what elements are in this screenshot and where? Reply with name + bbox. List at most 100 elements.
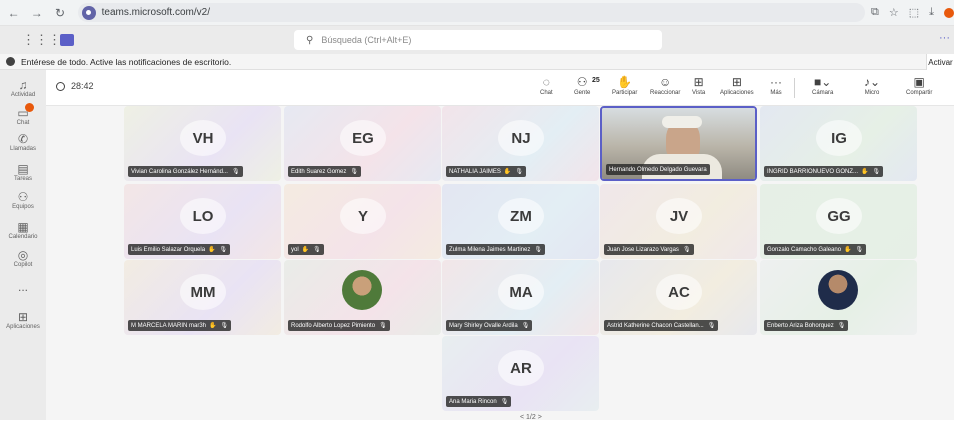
chat-icon: ◌	[542, 75, 550, 89]
participant-name: NATHALIA JAIMES ✋ 🎙	[446, 166, 527, 177]
share-icon: ▣	[913, 75, 925, 89]
participant-name-text: Enberto Ariza Bohorquez	[767, 322, 834, 329]
participant-name-text: Hernando Olmedo Delgado Guevara	[609, 166, 707, 173]
more-button[interactable]: ··· Más	[770, 74, 782, 96]
app-launcher-icon[interactable]: ⋮⋮⋮	[22, 32, 61, 48]
camera-button[interactable]: ■⌄ Cámara	[812, 74, 833, 96]
mic-button[interactable]: ♪⌄ Micro	[864, 74, 880, 96]
participant-tile[interactable]: Hernando Olmedo Delgado Guevara	[600, 106, 757, 181]
participant-tile[interactable]: MA Mary Shirley Ovalle Ardila 🎙	[442, 260, 599, 335]
mic-muted-icon: 🎙	[515, 169, 524, 175]
rail-item-copilot[interactable]: ◎ Copilot	[0, 248, 46, 268]
rail-item-teams[interactable]: ⚇ Equipos	[0, 190, 46, 210]
participant-tile[interactable]: EG Edith Suarez Gomez 🎙	[284, 106, 441, 181]
rail-item-tasks[interactable]: ▤ Tareas	[0, 162, 46, 182]
rail-item-activity[interactable]: ♫ Actividad	[0, 78, 46, 98]
avatar-initials: GG	[816, 198, 862, 234]
mic-muted-icon: 🎙	[521, 323, 530, 329]
participant-tile[interactable]: VH Vivian Carolina González Hernánd... 🎙	[124, 106, 281, 181]
avatar-initials: VH	[180, 120, 226, 156]
extensions-icon[interactable]: ⬚	[909, 6, 919, 19]
mic-off-icon: ♪⌄	[864, 75, 881, 89]
download-icon[interactable]: ⤓	[929, 6, 934, 19]
profile-icon[interactable]	[944, 7, 954, 18]
notification-banner: Entérese de todo. Active las notificacio…	[0, 54, 954, 70]
participant-name: Gonzalo Camacho Galeano ✋ 🎙	[764, 244, 867, 255]
mic-muted-icon: 🎙	[379, 323, 387, 329]
info-icon	[6, 57, 15, 66]
view-button[interactable]: ⊞ Vista	[692, 74, 705, 96]
more-icon[interactable]: ···	[939, 32, 950, 44]
cast-icon[interactable]: ⧉	[871, 6, 879, 19]
toolbar-divider	[794, 78, 795, 98]
avatar-initials: JV	[656, 198, 702, 234]
avatar-initials: LO	[180, 198, 226, 234]
raise-hand-button[interactable]: ✋ Participar	[612, 74, 637, 96]
banner-text: Entérese de todo. Active las notificacio…	[21, 56, 232, 67]
rail-item-calls[interactable]: ✆ Llamadas	[0, 132, 46, 152]
people-button[interactable]: ⚇ Gente	[574, 74, 590, 96]
activate-button[interactable]: Activar	[926, 54, 954, 70]
participant-name-text: Vivian Carolina González Hernánd...	[131, 168, 228, 175]
meeting-timer: 28:42	[56, 81, 94, 91]
teams-logo-icon	[60, 34, 74, 46]
rail-label: Actividad	[10, 92, 36, 98]
react-label: Reaccionar	[650, 90, 681, 96]
participant-name-text: Ana Maria Rincon	[449, 398, 497, 405]
rail-item-chat[interactable]: ▭ Chat	[0, 103, 46, 126]
participant-tile[interactable]: LO Luis Emilio Salazar Orquela ✋ 🎙	[124, 184, 281, 259]
participant-name-text: Gonzalo Camacho Galeano	[767, 246, 842, 253]
avatar-initials: MA	[498, 274, 544, 310]
camera-label: Cámara	[812, 90, 834, 96]
raised-hand-icon: ✋	[861, 169, 869, 175]
participant-tile[interactable]: Yyol ✋ 🎙	[284, 184, 441, 259]
avatar-initials: MM	[180, 274, 226, 310]
apps-button[interactable]: ⊞ Aplicaciones	[720, 74, 754, 96]
forward-icon[interactable]: →	[27, 3, 46, 23]
rail-item-apps[interactable]: ⊞ Aplicaciones	[0, 310, 46, 330]
share-button[interactable]: ▣ Compartir	[906, 74, 932, 96]
participant-tile[interactable]: ZM Zulma Milena Jaimes Martinez 🎙	[442, 184, 599, 259]
shield-icon	[56, 81, 65, 91]
participant-tile[interactable]: JV Juan Jose Lizarazo Vargas 🎙	[600, 184, 757, 259]
participant-name: Vivian Carolina González Hernánd... 🎙	[128, 166, 243, 177]
view-label: Vista	[692, 90, 706, 96]
emoji-icon: ☺	[659, 75, 672, 89]
camera-off-icon: ■⌄	[814, 75, 832, 89]
react-button[interactable]: ☺ Reaccionar	[650, 74, 680, 96]
apps-label: Aplicaciones	[720, 90, 754, 96]
reload-icon[interactable]: ↻	[50, 3, 69, 23]
rail-label: Llamadas	[9, 146, 36, 152]
rail-item-more[interactable]: ...	[0, 280, 46, 294]
avatar	[818, 270, 858, 310]
participant-tile[interactable]: IG INGRID BARRIONUEVO GONZ... ✋ 🎙	[760, 106, 917, 181]
star-icon[interactable]: ☆	[889, 6, 899, 19]
phone-icon: ✆	[17, 132, 29, 146]
participant-tile[interactable]: AR Ana Maria Rincon 🎙	[442, 336, 599, 411]
rail-label: Copilot	[13, 262, 33, 268]
people-icon: ⚇	[576, 75, 588, 89]
search-input[interactable]: ⚲ Búsqueda (Ctrl+Alt+E)	[294, 30, 662, 50]
participant-tile[interactable]: MM M MARCELA MARIN mar3h ✋ 🎙	[124, 260, 281, 335]
rail-label: Tareas	[13, 176, 32, 182]
meeting-stage: VH Vivian Carolina González Hernánd... 🎙 EG…	[46, 106, 954, 421]
mic-label: Micro	[864, 90, 880, 96]
participant-name: Zulma Milena Jaimes Martinez 🎙	[446, 244, 545, 255]
participant-tile[interactable]: Enberto Ariza Bohorquez 🎙	[760, 260, 917, 335]
participant-name: Enberto Ariza Bohorquez 🎙	[764, 320, 849, 331]
participant-tile[interactable]: NJ NATHALIA JAIMES ✋ 🎙	[442, 106, 599, 181]
rail-item-calendar[interactable]: ▦ Calendario	[0, 220, 46, 240]
search-placeholder: Búsqueda (Ctrl+Alt+E)	[321, 35, 412, 45]
url-text: teams.microsoft.com/v2/	[101, 7, 210, 18]
participant-tile[interactable]: AC Astrid Katherine Chacon Castellan... 🎙	[600, 260, 757, 335]
participant-name: Mary Shirley Ovalle Ardila 🎙	[446, 320, 533, 331]
participant-name-text: NATHALIA JAIMES	[449, 168, 501, 175]
back-icon[interactable]: ←	[4, 3, 23, 23]
participant-tile[interactable]: GG Gonzalo Camacho Galeano ✋ 🎙	[760, 184, 917, 259]
participant-name-text: Luis Emilio Salazar Orquela	[131, 246, 206, 253]
mic-muted-icon: 🎙	[872, 169, 881, 175]
chat-button[interactable]: ◌ Chat	[540, 74, 553, 96]
participant-name: Rodolfo Alberto Lopez Pimiento 🎙	[288, 320, 390, 331]
address-bar[interactable]: teams.microsoft.com/v2/	[77, 3, 865, 22]
participant-tile[interactable]: Rodolfo Alberto Lopez Pimiento 🎙	[284, 260, 441, 335]
